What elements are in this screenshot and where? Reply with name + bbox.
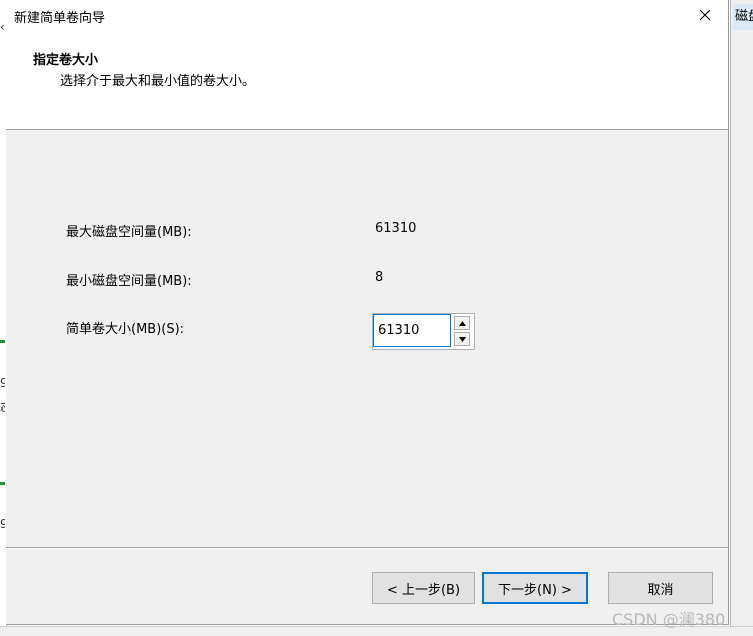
background-text-fragment: ‹ <box>0 20 5 34</box>
arrow-up-icon <box>458 320 466 326</box>
volume-size-stepper <box>372 313 475 350</box>
background-green-marker <box>0 340 5 343</box>
close-button[interactable] <box>682 0 728 30</box>
new-simple-volume-wizard-dialog: 新建简单卷向导 指定卷大小 选择介于最大和最小值的卷大小。 最大磁盘空间量(MB… <box>6 0 729 625</box>
decrement-button[interactable] <box>454 332 470 346</box>
background-disk-tab[interactable]: 磁盘 <box>733 4 753 30</box>
watermark: CSDN @澜380 <box>612 610 726 629</box>
arrow-down-icon <box>458 336 466 342</box>
background-text-fragment: 忒 <box>0 398 5 415</box>
min-space-value: 8 <box>375 270 384 285</box>
close-icon <box>699 9 711 21</box>
page-subtitle: 选择介于最大和最小值的卷大小。 <box>60 74 256 89</box>
max-space-value: 61310 <box>375 221 417 236</box>
min-space-label: 最小磁盘空间量(MB): <box>66 274 192 289</box>
cancel-button[interactable]: 取消 <box>608 572 713 604</box>
title-bar[interactable]: 新建简单卷向导 <box>6 0 728 30</box>
wizard-header: 指定卷大小 选择介于最大和最小值的卷大小。 <box>6 30 728 130</box>
background-text-fragment: 9 <box>0 517 5 531</box>
volume-size-input[interactable] <box>373 314 451 347</box>
volume-size-label: 简单卷大小(MB)(S): <box>66 322 185 337</box>
background-text-fragment: 9 <box>0 376 5 390</box>
window-title: 新建简单卷向导 <box>14 11 106 26</box>
increment-button[interactable] <box>454 316 470 330</box>
background-green-marker <box>0 482 5 485</box>
max-space-label: 最大磁盘空间量(MB): <box>66 225 192 240</box>
next-button[interactable]: 下一步(N) > <box>482 572 588 604</box>
page-title: 指定卷大小 <box>33 53 99 68</box>
back-button[interactable]: < 上一步(B) <box>372 572 475 604</box>
footer-divider <box>6 547 728 549</box>
background-window-right-edge <box>730 0 753 635</box>
